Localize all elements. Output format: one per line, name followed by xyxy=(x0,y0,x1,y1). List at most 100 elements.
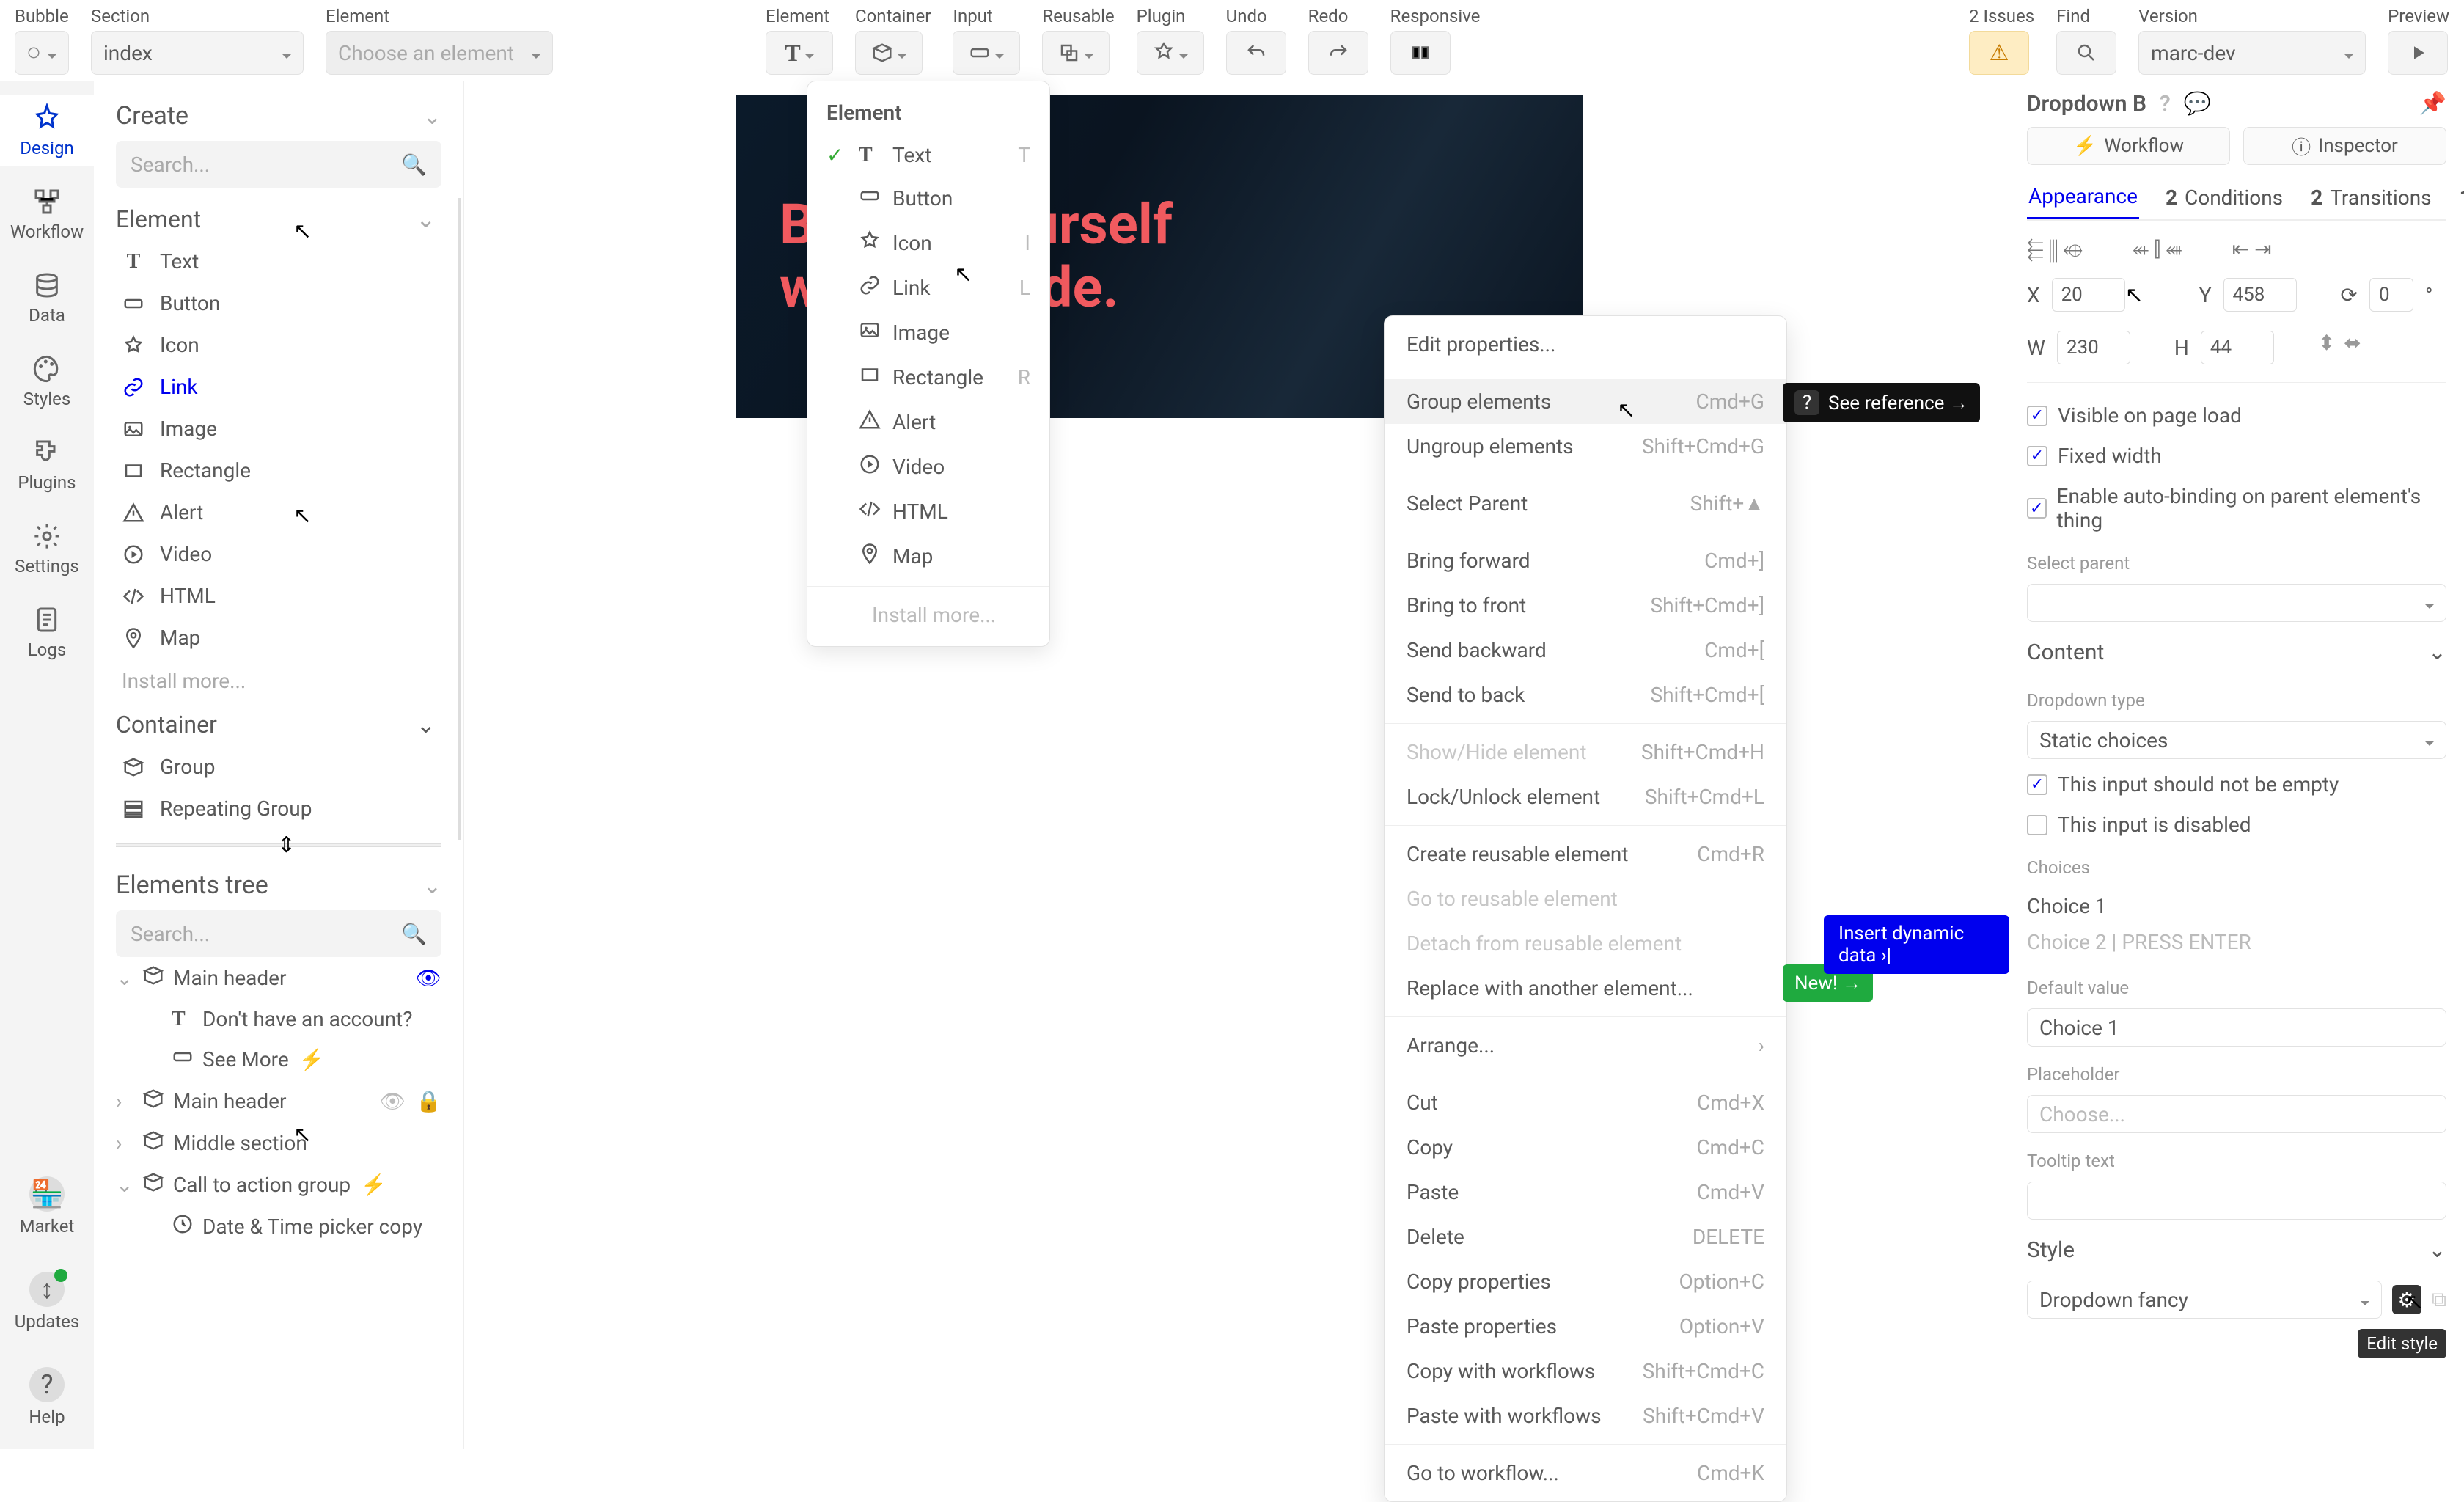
y-input[interactable] xyxy=(2223,278,2297,312)
tree-date-time-picker-copy[interactable]: Date & Time picker copy xyxy=(116,1206,441,1248)
element-link[interactable]: Link xyxy=(116,366,436,408)
element-video[interactable]: Video xyxy=(116,533,436,575)
h-input[interactable] xyxy=(2201,331,2274,364)
ctx-bring-forward[interactable]: Bring forwardCmd+] xyxy=(1385,538,1786,583)
help-q-icon[interactable]: ? xyxy=(2160,91,2171,117)
container-group[interactable]: Group xyxy=(116,746,436,788)
undo-button[interactable] xyxy=(1226,31,1286,75)
element-html[interactable]: HTML xyxy=(116,575,436,617)
nav-design[interactable]: Design xyxy=(0,95,94,166)
dup-style-icon[interactable]: ⧉ xyxy=(2432,1287,2446,1312)
chk-autobind[interactable]: ✓Enable auto-binding on parent element's… xyxy=(2027,481,2446,535)
nav-data[interactable]: Data xyxy=(0,263,94,333)
tree-middle-section[interactable]: ›Middle section xyxy=(116,1122,441,1164)
element-rectangle[interactable]: Rectangle xyxy=(116,450,436,491)
comment-icon[interactable]: 💬 xyxy=(2184,91,2211,117)
select-parent[interactable] xyxy=(2027,584,2446,622)
element-map[interactable]: Map xyxy=(116,617,436,659)
panel-divider[interactable]: ⇕ xyxy=(116,843,441,847)
tab-appearance[interactable]: Appearance xyxy=(2027,175,2139,219)
ctx-bring-to-front[interactable]: Bring to frontShift+Cmd+] xyxy=(1385,583,1786,628)
element-alert[interactable]: Alert xyxy=(116,491,436,533)
workflow-button[interactable]: ⚡Workflow xyxy=(2027,127,2230,165)
choice-2[interactable]: Choice 2 | PRESS ENTER xyxy=(2027,924,2446,960)
dm-button[interactable]: Button xyxy=(807,176,1049,221)
flip-h-icon[interactable]: ⬍ xyxy=(2318,331,2335,364)
chk-visible[interactable]: ✓Visible on page load xyxy=(2027,400,2446,431)
ctx-cut[interactable]: CutCmd+X xyxy=(1385,1080,1786,1125)
element-button[interactable]: Button xyxy=(116,282,436,324)
nav-help[interactable]: ?Help xyxy=(15,1360,80,1435)
ctx-paste-properties[interactable]: Paste propertiesOption+V xyxy=(1385,1304,1786,1349)
tree-see-more[interactable]: See More⚡ xyxy=(116,1038,441,1080)
ctx-edit-properties-[interactable]: Edit properties... xyxy=(1385,322,1786,367)
nav-styles[interactable]: Styles xyxy=(0,346,94,417)
content-header[interactable]: Content⌄ xyxy=(2027,632,2446,673)
element-image[interactable]: Image xyxy=(116,408,436,450)
nav-plugins[interactable]: Plugins xyxy=(0,430,94,500)
tool-reusable[interactable] xyxy=(1042,31,1110,75)
preview-button[interactable] xyxy=(2388,31,2448,75)
element-select[interactable]: Choose an element xyxy=(326,31,553,75)
ctx-copy-properties[interactable]: Copy propertiesOption+C xyxy=(1385,1259,1786,1304)
style-header[interactable]: Style⌄ xyxy=(2027,1230,2446,1270)
tree-main-header[interactable]: ⌄Main header👁 xyxy=(116,957,441,999)
x-input[interactable] xyxy=(2052,278,2125,312)
element-group-header[interactable]: Element⌄ xyxy=(116,198,436,241)
inspector-button[interactable]: ⓘInspector xyxy=(2243,127,2446,165)
eye-icon[interactable]: 👁 xyxy=(380,1089,406,1113)
tab-conditions[interactable]: 2Conditions xyxy=(2164,175,2284,219)
ctx-ungroup-elements[interactable]: Ungroup elementsShift+Cmd+G xyxy=(1385,424,1786,469)
ctx-go-to-workflow-[interactable]: Go to workflow...Cmd+K xyxy=(1385,1451,1786,1495)
dm-html[interactable]: HTML xyxy=(807,489,1049,534)
rot-input[interactable] xyxy=(2369,278,2413,312)
ctx-copy-with-workflows[interactable]: Copy with workflowsShift+Cmd+C xyxy=(1385,1349,1786,1393)
element-icon[interactable]: Icon xyxy=(116,324,436,366)
redo-button[interactable] xyxy=(1308,31,1368,75)
dm-map[interactable]: Map xyxy=(807,534,1049,579)
ctx-paste[interactable]: PasteCmd+V xyxy=(1385,1170,1786,1215)
tree-search[interactable]: Search...🔍 xyxy=(116,910,441,957)
chk-not-empty[interactable]: ✓This input should not be empty xyxy=(2027,769,2446,799)
ctx-lock-unlock-element[interactable]: Lock/Unlock elementShift+Cmd+L xyxy=(1385,774,1786,819)
version-select[interactable]: marc-dev xyxy=(2138,31,2366,75)
nav-workflow[interactable]: Workflow xyxy=(0,179,94,249)
tree-call-to-action-group[interactable]: ⌄Call to action group⚡ xyxy=(116,1164,441,1206)
tree-main-header[interactable]: ›Main header👁🔒 xyxy=(116,1080,441,1122)
dm-install[interactable]: Install more... xyxy=(807,594,1049,636)
issues-button[interactable]: ⚠ xyxy=(1969,31,2029,75)
dm-video[interactable]: Video xyxy=(807,444,1049,489)
element-search[interactable]: Search...🔍 xyxy=(116,141,441,188)
section-select[interactable]: index xyxy=(91,31,304,75)
nav-settings[interactable]: Settings xyxy=(0,513,94,584)
tool-container[interactable] xyxy=(855,31,923,75)
ctx-delete[interactable]: DeleteDELETE xyxy=(1385,1215,1786,1259)
ctx-send-to-back[interactable]: Send to backShift+Cmd+[ xyxy=(1385,673,1786,717)
dropdown-type[interactable]: Static choices xyxy=(2027,721,2446,759)
ctx-group-elements[interactable]: Group elementsCmd+G xyxy=(1385,379,1786,424)
eye-icon[interactable]: 👁 xyxy=(415,966,441,990)
dm-text[interactable]: ✓TTextT xyxy=(807,133,1049,176)
container-repeating-group[interactable]: Repeating Group xyxy=(116,788,436,829)
nav-updates[interactable]: ↕Updates xyxy=(15,1264,80,1339)
insert-dynamic-data[interactable]: Insert dynamic data ›| xyxy=(1824,915,2009,974)
flip-v-icon[interactable]: ⬌ xyxy=(2344,331,2361,364)
find-button[interactable] xyxy=(2056,31,2116,75)
tab-states[interactable]: 1States xyxy=(2458,175,2464,219)
bubble-menu[interactable] xyxy=(15,31,69,75)
dm-alert[interactable]: Alert xyxy=(807,400,1049,444)
ctx-select-parent[interactable]: Select ParentShift+▲ xyxy=(1385,481,1786,526)
ctx-paste-with-workflows[interactable]: Paste with workflowsShift+Cmd+V xyxy=(1385,1393,1786,1438)
ctx-replace-with-another-element-[interactable]: Replace with another element... xyxy=(1385,966,1786,1011)
align-controls[interactable]: ⬱ ⫼ ⬲⬴ ⫿ ⬵⇤ ⇥ xyxy=(2027,231,2446,268)
dm-link[interactable]: LinkL xyxy=(807,265,1049,310)
tool-plugin[interactable] xyxy=(1137,31,1204,75)
choice-1[interactable]: Choice 1 xyxy=(2027,888,2446,924)
dm-icon[interactable]: IconI xyxy=(807,221,1049,265)
nav-logs[interactable]: Logs xyxy=(0,597,94,667)
tool-input[interactable] xyxy=(953,31,1020,75)
tool-element[interactable]: T xyxy=(766,31,833,75)
nav-market[interactable]: 🏪Market xyxy=(15,1169,80,1244)
chk-fixed-width[interactable]: ✓Fixed width xyxy=(2027,441,2446,471)
pin-icon[interactable]: 📌 xyxy=(2419,91,2446,117)
